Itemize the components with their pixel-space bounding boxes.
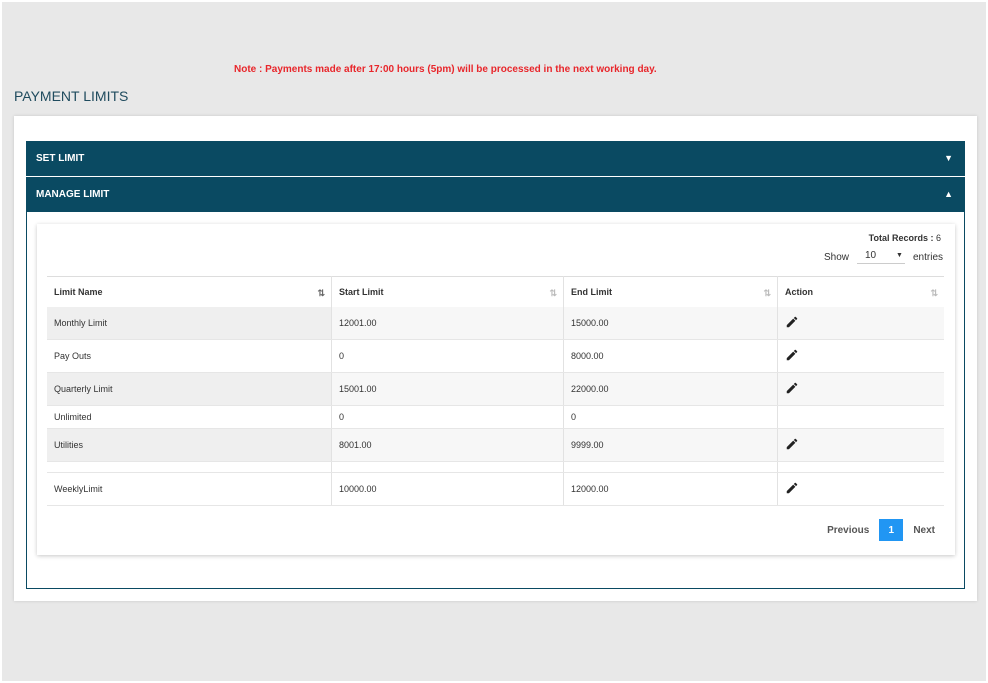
sort-asc-icon: ⇅ [317, 288, 325, 298]
cell-action [777, 472, 944, 506]
manage-limit-panel: Total Records : 6 Show 10 ▼ entries Limi… [26, 212, 965, 589]
sort-icon: ⇅ [930, 288, 938, 298]
cell-start: 8001.00 [331, 428, 564, 462]
spacer-cell [47, 461, 332, 473]
edit-pencil-icon[interactable] [785, 316, 799, 331]
spacer-cell [777, 461, 944, 473]
cell-start: 15001.00 [331, 372, 564, 406]
cell-start: 12001.00 [331, 307, 564, 340]
page-title: PAYMENT LIMITS [14, 88, 129, 104]
cell-end: 9999.00 [563, 428, 778, 462]
table-row: Monthly Limit 12001.00 15000.00 [47, 307, 944, 340]
limits-table-panel: Total Records : 6 Show 10 ▼ entries Limi… [37, 224, 955, 555]
entries-select[interactable]: 10 ▼ [856, 250, 905, 264]
page-background: Note : Payments made after 17:00 hours (… [2, 2, 986, 681]
table-row: Unlimited 0 0 [47, 405, 944, 429]
edit-pencil-icon[interactable] [785, 349, 799, 364]
cell-end: 8000.00 [563, 339, 778, 373]
cell-action [777, 428, 944, 462]
entries-value: 10 [864, 250, 877, 261]
previous-button[interactable]: Previous [827, 525, 869, 536]
show-entries: Show 10 ▼ entries [824, 250, 943, 264]
edit-pencil-icon[interactable] [785, 438, 799, 453]
table-row: Pay Outs 0 8000.00 [47, 339, 944, 373]
cell-name: Quarterly Limit [47, 372, 332, 406]
cell-start: 0 [331, 405, 564, 429]
cell-name: Monthly Limit [47, 307, 332, 340]
table-row: WeeklyLimit 10000.00 12000.00 [47, 472, 944, 506]
cell-action [777, 405, 944, 429]
cell-name: Unlimited [47, 405, 332, 429]
total-records: Total Records : 6 [869, 233, 941, 243]
header-start-limit[interactable]: Start Limit ⇅ [331, 276, 564, 307]
header-label: Action [785, 287, 813, 297]
set-limit-header[interactable]: SET LIMIT ▼ [26, 141, 965, 176]
limits-table: Limit Name ⇅ Start Limit ⇅ End Limit ⇅ A… [47, 276, 944, 506]
cell-end: 15000.00 [563, 307, 778, 340]
processing-note: Note : Payments made after 17:00 hours (… [234, 64, 657, 75]
caret-up-icon: ▲ [944, 189, 953, 199]
spacer-cell [563, 461, 778, 473]
edit-pencil-icon[interactable] [785, 482, 799, 497]
sort-icon: ⇅ [763, 288, 771, 298]
next-button[interactable]: Next [913, 525, 935, 536]
page-1-button[interactable]: 1 [879, 519, 904, 541]
spacer-cell [331, 461, 564, 473]
cell-name: Utilities [47, 428, 332, 462]
caret-down-icon: ▼ [944, 153, 953, 163]
total-records-value: 6 [935, 233, 941, 243]
dropdown-arrow-icon: ▼ [896, 252, 903, 259]
cell-start: 0 [331, 339, 564, 373]
manage-limit-label: MANAGE LIMIT [36, 189, 110, 200]
cell-name: Pay Outs [47, 339, 332, 373]
cell-action [777, 339, 944, 373]
cell-end: 0 [563, 405, 778, 429]
cell-action [777, 307, 944, 340]
show-label: Show [823, 251, 849, 263]
cell-action [777, 372, 944, 406]
cell-end: 22000.00 [563, 372, 778, 406]
total-records-label: Total Records : [868, 233, 934, 243]
entries-label: entries [912, 251, 943, 263]
manage-limit-header[interactable]: MANAGE LIMIT ▲ [26, 177, 965, 212]
header-action[interactable]: Action ⇅ [777, 276, 944, 307]
cell-end: 12000.00 [563, 472, 778, 506]
header-label: End Limit [571, 287, 612, 297]
edit-pencil-icon[interactable] [785, 382, 799, 397]
sort-icon: ⇅ [549, 288, 557, 298]
header-end-limit[interactable]: End Limit ⇅ [563, 276, 778, 307]
header-label: Limit Name [54, 287, 103, 297]
spacer-row [47, 461, 944, 473]
table-row: Utilities 8001.00 9999.00 [47, 428, 944, 462]
payment-limits-card: SET LIMIT ▼ MANAGE LIMIT ▲ Total Records… [14, 116, 977, 601]
header-limit-name[interactable]: Limit Name ⇅ [47, 276, 332, 307]
cell-start: 10000.00 [331, 472, 564, 506]
header-label: Start Limit [339, 287, 384, 297]
table-row: Quarterly Limit 15001.00 22000.00 [47, 372, 944, 406]
set-limit-label: SET LIMIT [36, 153, 85, 164]
pagination: Previous 1 Next [827, 519, 935, 541]
cell-name: WeeklyLimit [47, 472, 332, 506]
